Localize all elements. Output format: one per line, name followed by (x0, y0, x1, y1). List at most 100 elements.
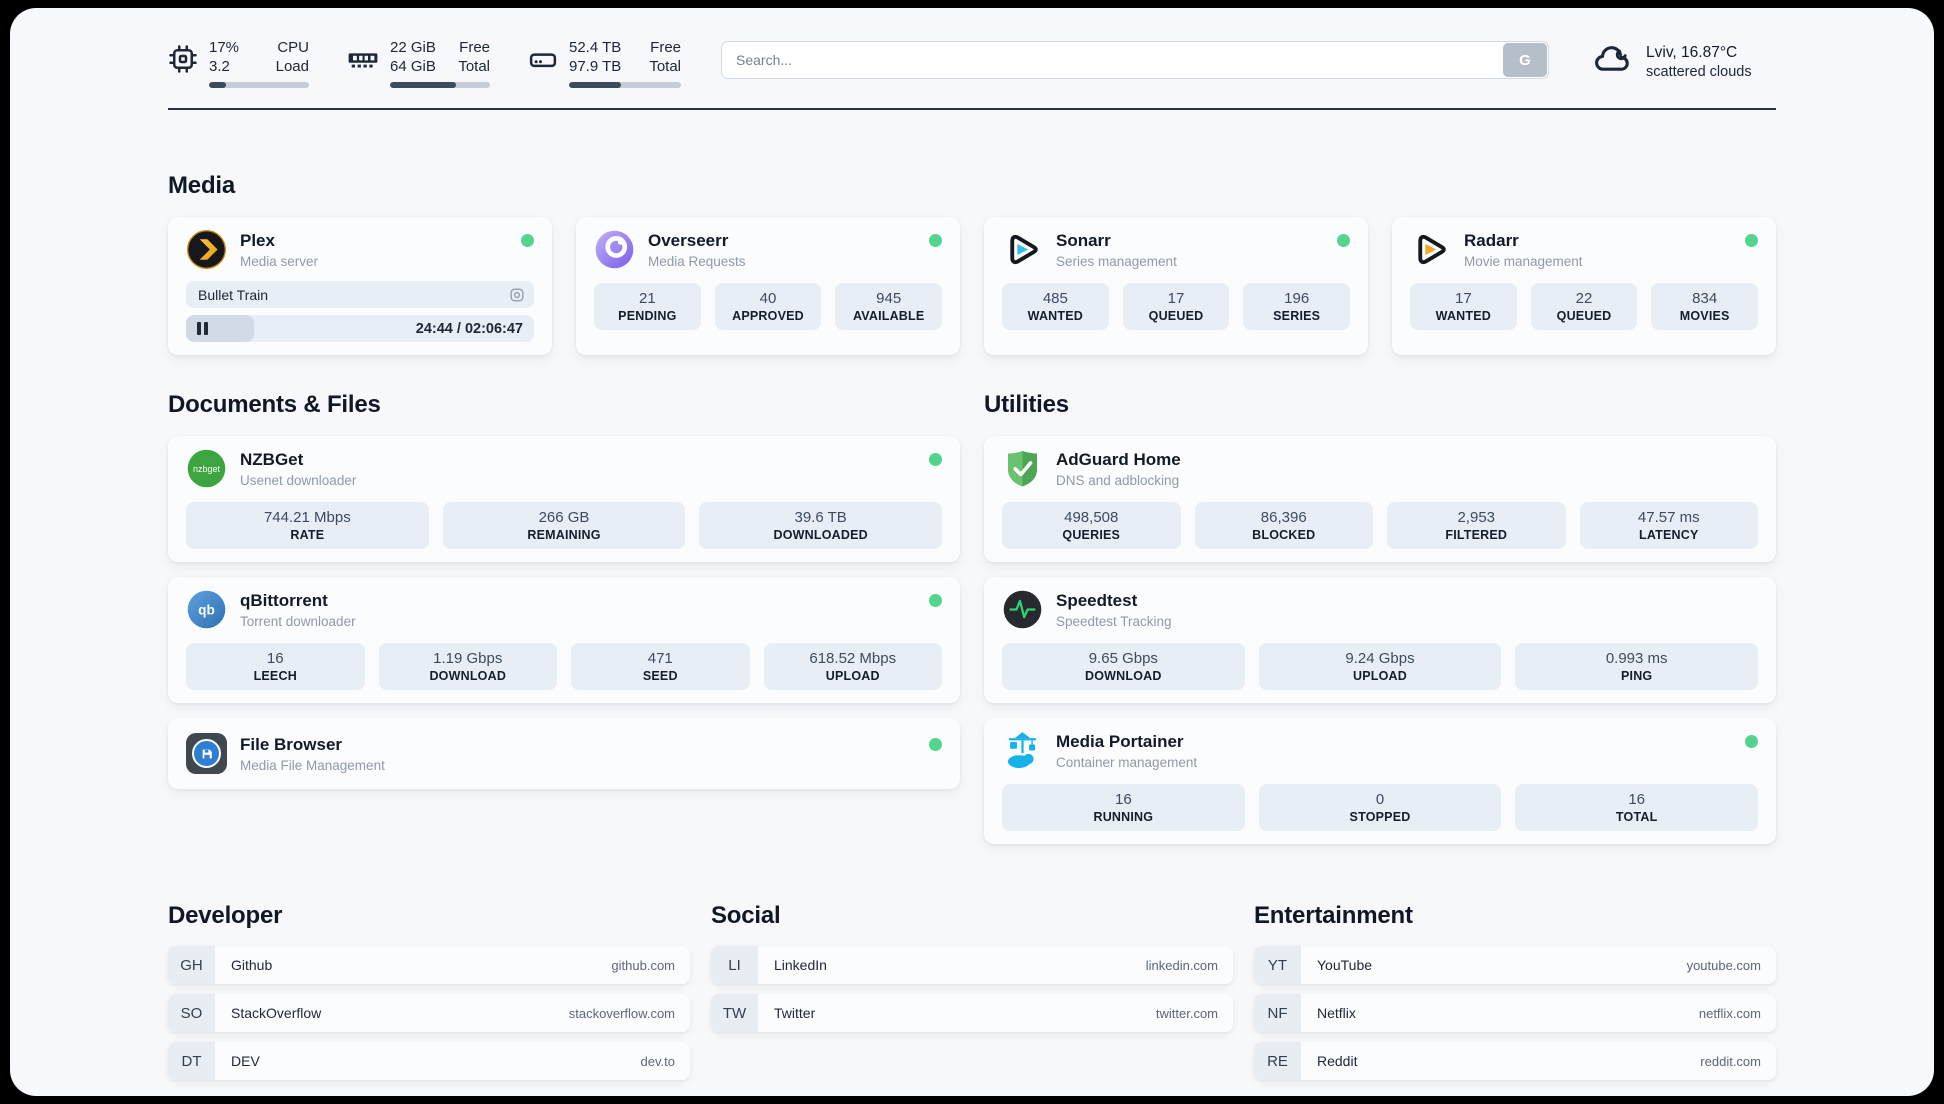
app-description: Movie management (1464, 253, 1583, 269)
cpu-stat: 17% CPU 3.2 Load (168, 38, 309, 88)
plex-now-playing-row: Bullet Train (186, 281, 534, 308)
weather-condition: scattered clouds (1646, 64, 1752, 80)
stat-blocked: 86,396 BLOCKED (1194, 502, 1373, 549)
bookmarks-social: Social LI LinkedIn linkedin.com TW Twitt… (711, 844, 1233, 1032)
bookmark-reddit[interactable]: RE Reddit reddit.com (1254, 1042, 1776, 1080)
dashboard-page: 17% CPU 3.2 Load 22 GiB Free 64 GiB Total (10, 8, 1934, 1096)
bookmark-abbr-icon: SO (168, 994, 215, 1032)
app-card-sonarr[interactable]: Sonarr Series management 485 WANTED 17 QUE… (984, 217, 1368, 355)
bookmark-name: StackOverflow (231, 1005, 322, 1021)
top-bar: 17% CPU 3.2 Load 22 GiB Free 64 GiB Total (10, 8, 1934, 88)
stat-series: 196 SERIES (1243, 283, 1351, 330)
app-card-plex[interactable]: Plex Media server Bullet Train 24:44 / 0… (168, 217, 552, 355)
bookmark-name: LinkedIn (774, 957, 827, 973)
hard-drive-icon (529, 53, 557, 68)
stat-download: 1.19 Gbps DOWNLOAD (378, 643, 557, 690)
cpu-progress (209, 82, 309, 88)
bookmark-youtube[interactable]: YT YouTube youtube.com (1254, 946, 1776, 984)
storage-label2: Total (649, 58, 681, 75)
svg-text:nzbget: nzbget (193, 464, 220, 474)
stat-seed: 471 SEED (571, 643, 750, 690)
bookmark-url: youtube.com (1686, 957, 1761, 973)
cpu-icon (169, 45, 197, 73)
stat-approved: 40 APPROVED (714, 283, 822, 330)
adguard-icon (1002, 448, 1043, 489)
app-card-speedtest[interactable]: Speedtest Speedtest Tracking 9.65 Gbps DO… (984, 577, 1776, 703)
app-name: Plex (240, 230, 275, 250)
app-description: Torrent downloader (240, 613, 356, 629)
overseerr-icon (594, 229, 635, 270)
app-name: Radarr (1464, 230, 1519, 250)
weather-location-temp: Lviv, 16.87°C (1646, 44, 1738, 61)
stat-total: 16 TOTAL (1515, 784, 1759, 831)
stat-download: 9.65 Gbps DOWNLOAD (1002, 643, 1245, 690)
bookmark-url: twitter.com (1155, 1005, 1218, 1021)
bookmark-url: netflix.com (1698, 1005, 1761, 1021)
search-input[interactable] (721, 41, 1549, 79)
app-name: AdGuard Home (1056, 449, 1181, 469)
app-name: Speedtest (1056, 590, 1138, 610)
stat-queued: 22 QUEUED (1530, 283, 1638, 330)
status-online-dot (929, 594, 942, 607)
stat-upload: 618.52 Mbps UPLOAD (763, 643, 942, 690)
bookmark-name: Reddit (1317, 1053, 1358, 1069)
bookmark-abbr-icon: TW (711, 994, 758, 1032)
stat-latency: 47.57 ms LATENCY (1579, 502, 1758, 549)
app-card-filebrowser[interactable]: File Browser Media File Management (168, 718, 960, 789)
bookmark-netflix[interactable]: NF Netflix netflix.com (1254, 994, 1776, 1032)
utilities-column: Utilities AdGuard Home DNS and adblockin… (984, 355, 1776, 844)
bookmark-stackoverflow[interactable]: SO StackOverflow stackoverflow.com (168, 994, 690, 1032)
memory-free: 22 GiB (390, 39, 436, 56)
bookmark-url: github.com (611, 957, 675, 973)
app-name: Sonarr (1056, 230, 1111, 250)
app-card-adguard[interactable]: AdGuard Home DNS and adblocking 498,508 Q… (984, 436, 1776, 562)
bookmark-linkedin[interactable]: LI LinkedIn linkedin.com (711, 946, 1233, 984)
search-bar: G (721, 41, 1549, 79)
search-engine-button[interactable]: G (1503, 43, 1547, 77)
bookmark-url: stackoverflow.com (568, 1005, 675, 1021)
storage-free: 52.4 TB (569, 39, 622, 56)
bookmark-url: linkedin.com (1145, 957, 1218, 973)
stat-leech: 16 LEECH (186, 643, 365, 690)
portainer-icon (1002, 730, 1043, 771)
app-description: Media File Management (240, 757, 385, 773)
bookmark-github[interactable]: GH Github github.com (168, 946, 690, 984)
plex-playback-bar: 24:44 / 02:06:47 (186, 315, 534, 342)
status-online-dot (1337, 234, 1350, 247)
stat-stopped: 0 STOPPED (1258, 784, 1502, 831)
app-card-nzbget[interactable]: nzbget NZBGet Usenet downloader 744.21 M… (168, 436, 960, 562)
stat-movies: 834 MOVIES (1651, 283, 1759, 330)
app-card-portainer[interactable]: Media Portainer Container management 16 R… (984, 718, 1776, 844)
app-description: Series management (1056, 253, 1177, 269)
app-card-qbittorrent[interactable]: qb qBittorrent Torrent downloader 16 LEEC… (168, 577, 960, 703)
bookmark-twitter[interactable]: TW Twitter twitter.com (711, 994, 1233, 1032)
filebrowser-icon (186, 733, 227, 774)
app-name: File Browser (240, 734, 343, 754)
cpu-label: CPU (277, 39, 309, 56)
bookmark-dev[interactable]: DT DEV dev.to (168, 1042, 690, 1080)
bookmark-url: dev.to (640, 1053, 675, 1069)
app-name: NZBGet (240, 449, 304, 469)
app-description: Speedtest Tracking (1056, 613, 1172, 629)
pause-icon[interactable] (197, 322, 208, 335)
bookmarks-entertainment: Entertainment YT YouTube youtube.com NF … (1254, 844, 1776, 1080)
memory-total: 64 GiB (390, 58, 436, 75)
bookmark-abbr-icon: GH (168, 946, 215, 984)
memory-stat: 22 GiB Free 64 GiB Total (347, 38, 490, 88)
qbittorrent-icon: qb (186, 589, 227, 630)
weather-widget: Lviv, 16.87°C scattered clouds (1591, 42, 1776, 82)
stat-downloaded: 39.6 TB DOWNLOADED (699, 502, 943, 549)
app-description: Media server (240, 253, 319, 269)
status-online-dot (929, 234, 942, 247)
app-description: Usenet downloader (240, 472, 357, 488)
app-card-overseerr[interactable]: Overseerr Media Requests 21 PENDING 40 APP… (576, 217, 960, 355)
storage-stat: 52.4 TB Free 97.9 TB Total (528, 38, 681, 88)
app-name: qBittorrent (240, 590, 328, 610)
stat-upload: 9.24 Gbps UPLOAD (1258, 643, 1502, 690)
section-title-developer: Developer (168, 902, 283, 929)
plex-icon (186, 229, 227, 270)
app-description: Container management (1056, 754, 1198, 770)
section-title-media: Media (168, 172, 236, 199)
session-icon[interactable] (509, 287, 525, 303)
app-card-radarr[interactable]: Radarr Movie management 17 WANTED 22 QUEUE… (1392, 217, 1776, 355)
